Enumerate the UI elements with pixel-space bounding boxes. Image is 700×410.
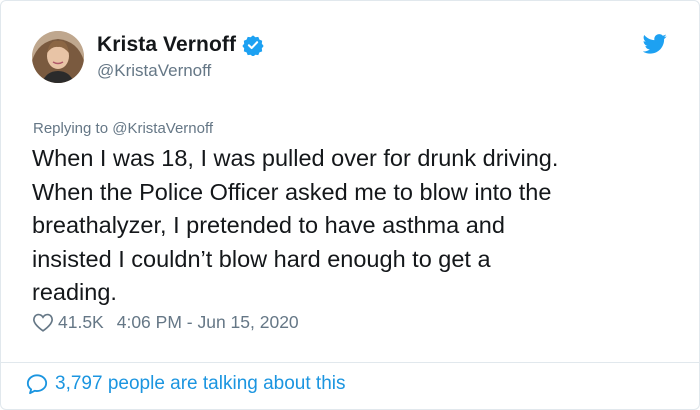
- author-handle[interactable]: @KristaVernoff: [97, 61, 211, 81]
- author-display-name[interactable]: Krista Vernoff: [97, 33, 236, 57]
- author-name-row[interactable]: Krista Vernoff: [97, 33, 264, 57]
- avatar[interactable]: [32, 31, 84, 83]
- profile-photo: [32, 31, 84, 83]
- replying-to-label[interactable]: Replying to @KristaVernoff: [33, 120, 213, 137]
- speech-bubble-icon: [26, 373, 48, 395]
- conversation-link[interactable]: 3,797 people are talking about this: [26, 373, 346, 395]
- like-count[interactable]: 41.5K: [58, 312, 104, 333]
- tweet-text: When I was 18, I was pulled over for dru…: [32, 145, 559, 305]
- heart-icon[interactable]: [33, 313, 53, 332]
- embedded-tweet-card: Krista Vernoff @KristaVernoff Replying t…: [0, 0, 700, 410]
- verified-badge-icon: [242, 34, 264, 57]
- twitter-bird-icon[interactable]: [642, 34, 667, 54]
- tweet-timestamp[interactable]: 4:06 PM - Jun 15, 2020: [117, 312, 299, 333]
- divider: [1, 362, 699, 363]
- conversation-label[interactable]: 3,797 people are talking about this: [55, 373, 346, 395]
- tweet-meta-row: 41.5K 4:06 PM - Jun 15, 2020: [33, 312, 299, 333]
